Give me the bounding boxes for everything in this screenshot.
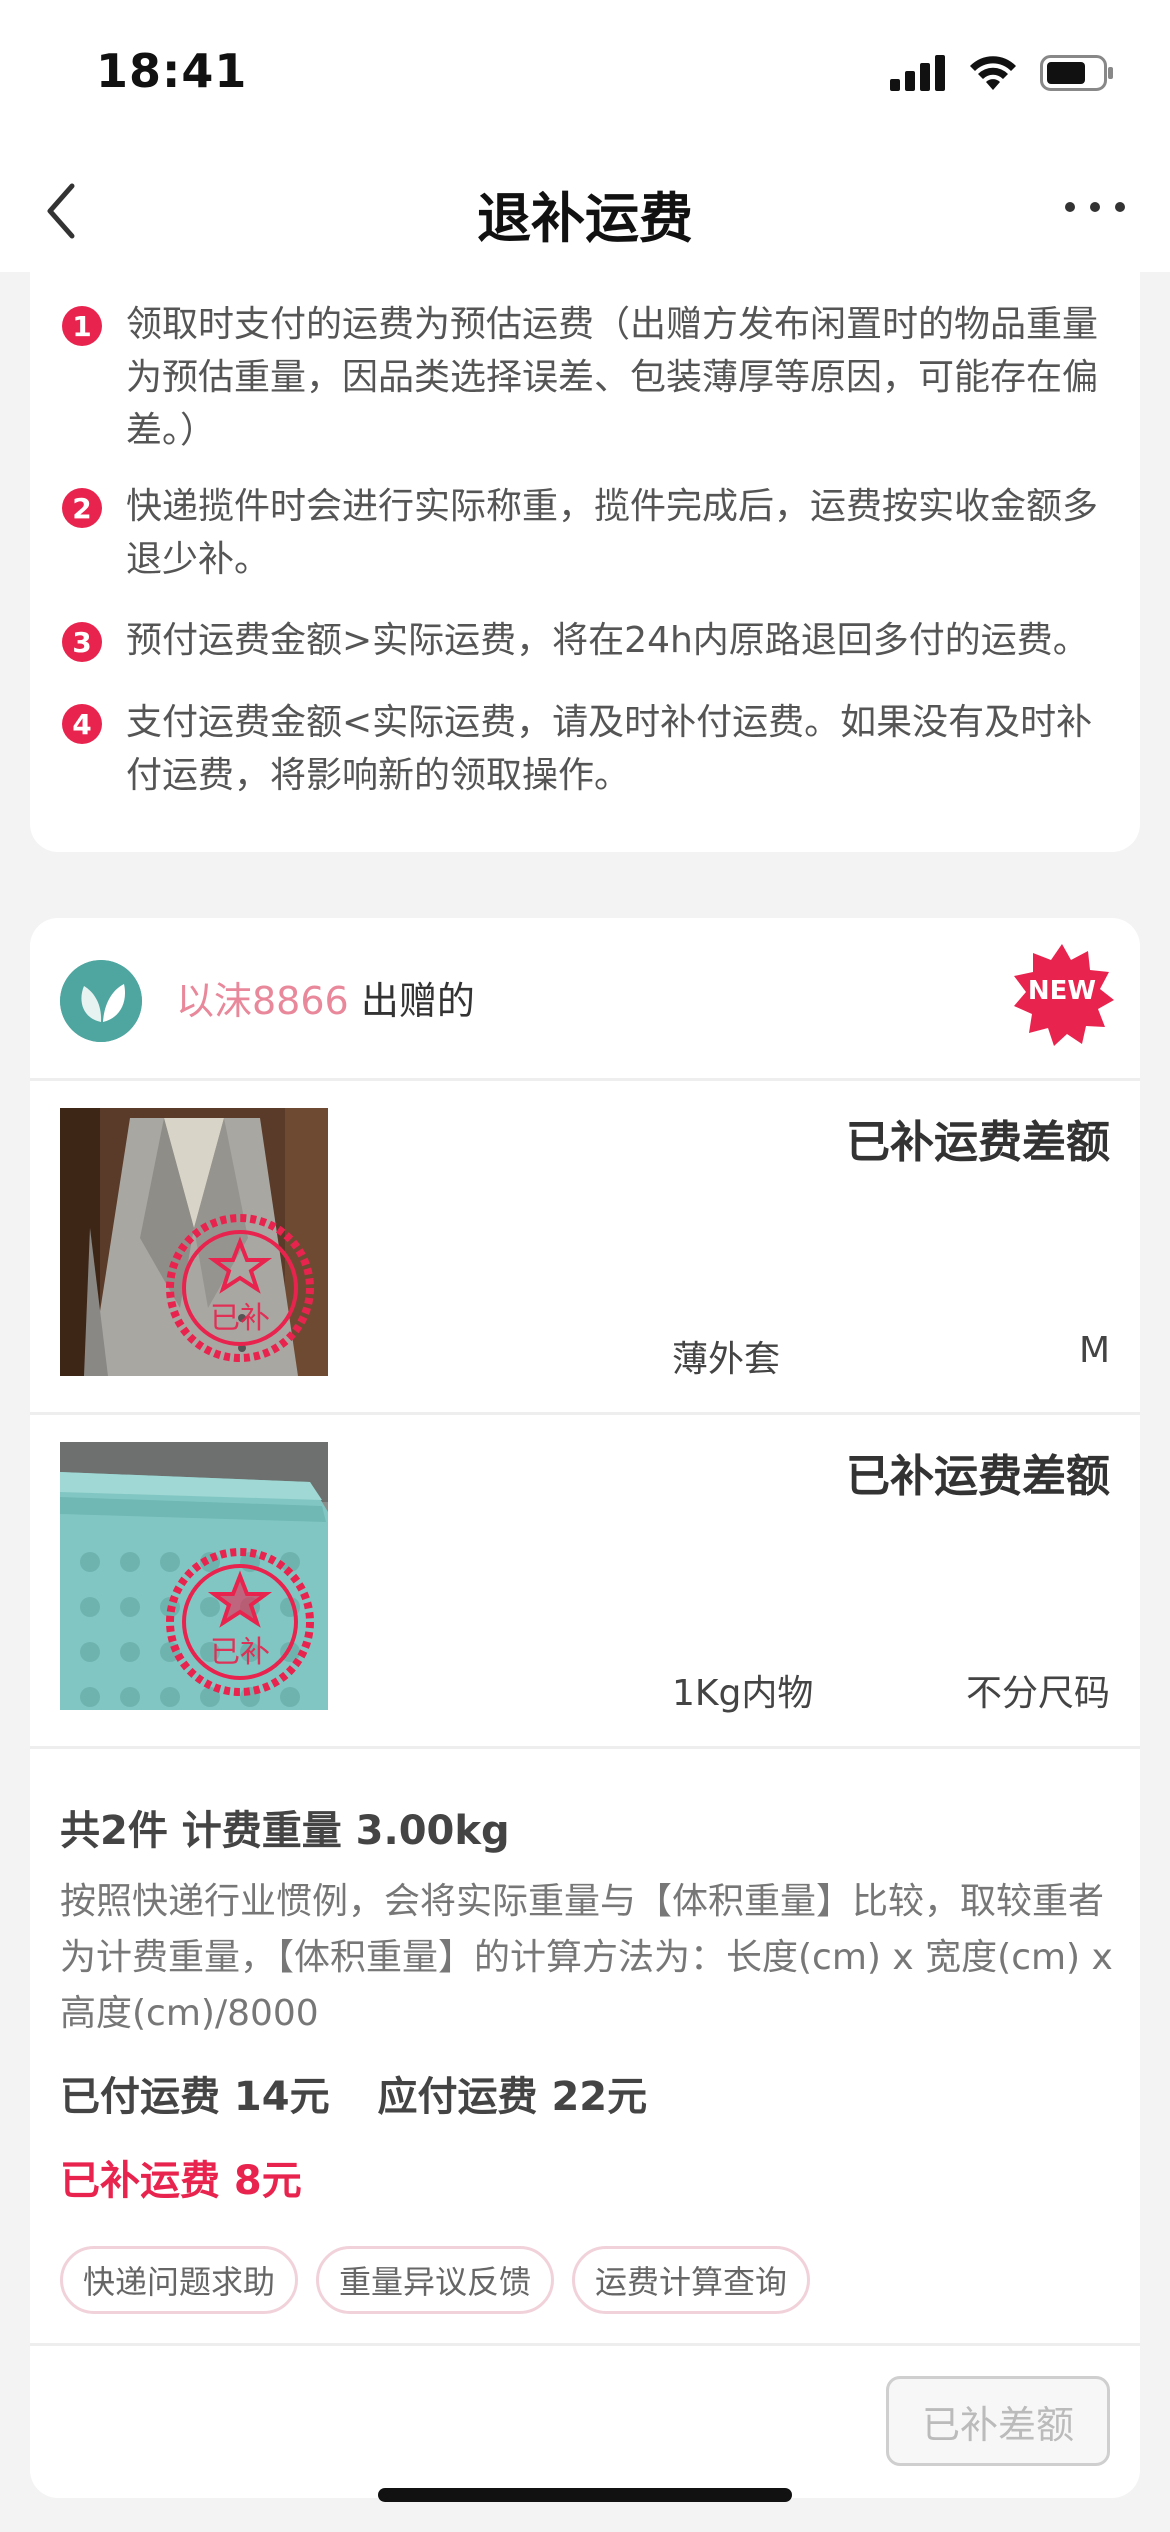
rule-number-badge: 2 bbox=[62, 488, 102, 528]
item-status: 已补运费差额 bbox=[846, 1117, 1110, 1168]
status-bar: 18:41 bbox=[0, 0, 1170, 150]
item-status: 已补运费差额 bbox=[846, 1451, 1110, 1502]
rule-number-badge: 1 bbox=[62, 306, 102, 346]
summary-description: 按照快递行业惯例，会将实际重量与【体积重量】比较，取较重者为计费重量，【体积重量… bbox=[60, 1881, 1113, 2034]
rule-item: 1 领取时支付的运费为预估运费（出赠方发布闲置时的物品重量为预估重量，因品类选择… bbox=[62, 298, 1122, 457]
summary-title: 共2件 计费重量 3.00kg bbox=[60, 1808, 510, 1854]
rule-number-badge: 3 bbox=[62, 622, 102, 662]
stamp-label: 已补 bbox=[210, 1301, 270, 1336]
fee-row: 已付运费 14元 应付运费 22元 bbox=[60, 2064, 1120, 2122]
tag-express-help[interactable]: 快递问题求助 bbox=[60, 2246, 299, 2314]
giver-avatar[interactable] bbox=[60, 960, 142, 1042]
leaf-logo-icon bbox=[60, 960, 142, 1042]
rule-text: 预付运费金额>实际运费，将在24h内原路退回多付的运费。 bbox=[126, 620, 1089, 661]
paid-difference-button[interactable]: 已补差额 bbox=[886, 2376, 1110, 2466]
rule-item: 4 支付运费金额<实际运费，请及时补付运费。如果没有及时补付运费，将影响新的领取… bbox=[62, 696, 1122, 802]
card-footer: 已补差额 bbox=[30, 2343, 1140, 2501]
rule-text: 领取时支付的运费为预估运费（出赠方发布闲置时的物品重量为预估重量，因品类选择误差… bbox=[126, 304, 1099, 451]
new-badge-label: NEW bbox=[1027, 976, 1097, 1006]
item-thumbnail-jacket[interactable]: 已补 bbox=[60, 1108, 328, 1376]
paid-fee: 已付运费 14元 bbox=[60, 2074, 330, 2120]
tag-fee-calculator[interactable]: 运费计算查询 bbox=[572, 2246, 811, 2314]
giver-name[interactable]: 以沫8866 bbox=[176, 979, 349, 1023]
shipping-summary: 共2件 计费重量 3.00kg 按照快递行业惯例，会将实际重量与【体积重量】比较… bbox=[60, 1798, 1120, 2314]
giver-suffix: 出赠的 bbox=[360, 979, 475, 1023]
stamp-icon bbox=[166, 1214, 314, 1362]
giver-row[interactable]: 以沫8866 出赠的 NEW bbox=[30, 918, 1140, 1081]
item-name: 1Kg内物 bbox=[672, 1673, 814, 1714]
item-size: 不分尺码 bbox=[965, 1673, 1110, 1714]
rule-number-badge: 4 bbox=[62, 704, 102, 744]
rule-text: 支付运费金额<实际运费，请及时补付运费。如果没有及时补付运费，将影响新的领取操作… bbox=[126, 702, 1093, 796]
tag-weight-dispute[interactable]: 重量异议反馈 bbox=[316, 2246, 555, 2314]
order-card: 以沫8866 出赠的 NEW 已补 已补运费差额 薄外套 M 已补 已补运费差额… bbox=[30, 918, 1140, 2498]
battery-icon bbox=[1040, 55, 1113, 91]
wifi-icon bbox=[970, 56, 1016, 90]
item-thumbnail-basket[interactable]: 已补 bbox=[60, 1442, 328, 1710]
giver-label: 以沫8866 出赠的 bbox=[176, 970, 475, 1025]
rule-text: 快递揽件时会进行实际称重，揽件完成后，运费按实收金额多退少补。 bbox=[126, 486, 1099, 580]
item-row[interactable]: 已补 已补运费差额 1Kg内物 不分尺码 bbox=[30, 1412, 1140, 1749]
nav-bar: 退补运费 bbox=[0, 150, 1170, 272]
rules-card: 1 领取时支付的运费为预估运费（出赠方发布闲置时的物品重量为预估重量，因品类选择… bbox=[30, 272, 1140, 852]
item-name: 薄外套 bbox=[672, 1339, 781, 1380]
home-indicator[interactable] bbox=[378, 2488, 792, 2502]
item-row[interactable]: 已补 已补运费差额 薄外套 M bbox=[30, 1078, 1140, 1415]
status-time: 18:41 bbox=[96, 44, 248, 98]
signal-icon bbox=[890, 55, 945, 91]
due-fee: 应付运费 22元 bbox=[377, 2074, 648, 2120]
rule-item: 3 预付运费金额>实际运费，将在24h内原路退回多付的运费。 bbox=[62, 614, 1122, 667]
stamp-label: 已补 bbox=[210, 1635, 270, 1670]
stamp-icon bbox=[166, 1548, 314, 1696]
status-icons bbox=[890, 54, 1114, 92]
page-title: 退补运费 bbox=[477, 187, 693, 250]
new-badge: NEW bbox=[1010, 942, 1114, 1046]
more-options-icon[interactable] bbox=[1060, 194, 1130, 220]
extra-fee: 已补运费 8元 bbox=[60, 2158, 302, 2204]
rule-item: 2 快递揽件时会进行实际称重，揽件完成后，运费按实收金额多退少补。 bbox=[62, 480, 1122, 586]
item-size: M bbox=[1078, 1330, 1110, 1371]
help-tags: 快递问题求助 重量异议反馈 运费计算查询 bbox=[60, 2246, 1120, 2314]
